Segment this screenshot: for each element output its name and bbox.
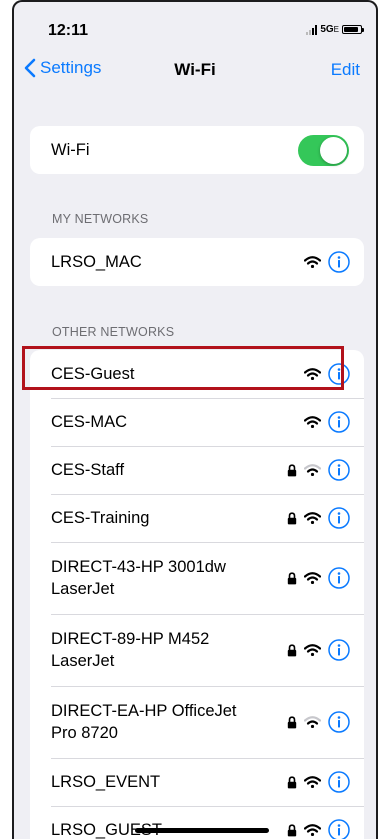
lock-icon <box>287 643 297 656</box>
status-time: 12:11 <box>48 22 89 39</box>
my-networks-header: MY NETWORKS <box>52 212 149 226</box>
other-networks-group: CES-Guest CES-MAC CES-Staff CES-Training <box>30 350 364 839</box>
wifi-icon <box>304 572 321 584</box>
wifi-icon <box>304 464 321 476</box>
lock-icon <box>287 775 297 788</box>
lock-icon <box>287 571 297 584</box>
status-indicators: 5GE <box>306 24 364 35</box>
network-name: CES-Training <box>51 509 150 527</box>
info-icon[interactable] <box>328 771 350 793</box>
wifi-icon <box>304 368 321 380</box>
network-name: LRSO_MAC <box>51 253 142 271</box>
info-icon[interactable] <box>328 363 350 385</box>
wifi-toggle-row: Wi-Fi <box>30 126 364 174</box>
info-icon[interactable] <box>328 567 350 589</box>
network-name: DIRECT-EA-HP OfficeJet Pro 8720 <box>51 702 237 742</box>
wifi-icon <box>304 512 321 524</box>
wifi-icon <box>304 776 321 788</box>
info-icon[interactable] <box>328 507 350 529</box>
home-indicator[interactable] <box>135 828 269 833</box>
wifi-toggle-label: Wi-Fi <box>51 141 90 159</box>
wifi-icon <box>304 416 321 428</box>
phone-screen: 12:11 5GE Settings Wi-Fi Edit Wi-Fi MY N… <box>12 0 378 839</box>
navigation-bar: Settings Wi-Fi Edit <box>14 57 376 87</box>
network-name: CES-Guest <box>51 365 135 383</box>
network-name: DIRECT-43-HP 3001dw LaserJet <box>51 558 226 598</box>
info-icon[interactable] <box>328 711 350 733</box>
network-row[interactable]: DIRECT-89-HP M452 LaserJet <box>30 614 364 686</box>
my-networks-group: LRSO_MAC <box>30 238 364 286</box>
network-name: CES-Staff <box>51 461 125 479</box>
network-row[interactable]: CES-Staff <box>30 446 364 494</box>
info-icon[interactable] <box>328 251 350 273</box>
page-title: Wi-Fi <box>174 60 216 79</box>
info-icon[interactable] <box>328 819 350 839</box>
lock-icon <box>287 823 297 836</box>
wifi-toggle-switch[interactable] <box>298 135 349 166</box>
wifi-icon <box>304 644 321 656</box>
lock-icon <box>287 511 297 524</box>
network-name: DIRECT-89-HP M452 LaserJet <box>51 630 210 670</box>
network-row[interactable]: LRSO_GUEST <box>30 806 364 839</box>
network-row[interactable]: LRSO_MAC <box>30 238 364 286</box>
wifi-icon <box>304 716 321 728</box>
wifi-icon <box>304 256 321 268</box>
lock-icon <box>287 715 297 728</box>
other-networks-header: OTHER NETWORKS <box>52 325 175 339</box>
network-type: 5GE <box>320 24 339 35</box>
info-icon[interactable] <box>328 411 350 433</box>
network-row[interactable]: LRSO_EVENT <box>30 758 364 806</box>
network-row[interactable]: CES-MAC <box>30 398 364 446</box>
network-row[interactable]: CES-Guest <box>30 350 364 398</box>
network-name: LRSO_EVENT <box>51 773 161 791</box>
edit-button[interactable]: Edit <box>331 60 360 80</box>
lock-icon <box>287 463 297 476</box>
network-row[interactable]: CES-Training <box>30 494 364 542</box>
battery-icon <box>342 25 364 34</box>
info-icon[interactable] <box>328 639 350 661</box>
network-row[interactable]: DIRECT-EA-HP OfficeJet Pro 8720 <box>30 686 364 758</box>
toggle-knob <box>320 137 347 164</box>
network-row[interactable]: DIRECT-43-HP 3001dw LaserJet <box>30 542 364 614</box>
info-icon[interactable] <box>328 459 350 481</box>
status-bar: 12:11 5GE <box>14 2 376 52</box>
cellular-signal-icon <box>306 24 318 35</box>
wifi-toggle-group: Wi-Fi <box>30 126 364 174</box>
wifi-icon <box>304 824 321 836</box>
network-name: CES-MAC <box>51 413 128 431</box>
